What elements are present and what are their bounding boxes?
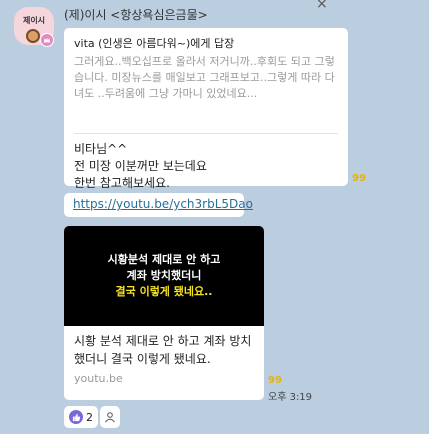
preview-title: 시황 분석 제대로 안 하고 계좌 방치했더니 결국 이렇게 됐네요. [74, 334, 252, 366]
quoted-message[interactable]: 그러게요..백오십프로 올라서 저거니까..후회도 되고 그렇습니다. 미장뉴스… [74, 54, 338, 134]
reply-message-bubble[interactable]: vita (인생은 아름다워~)에게 답장 그러게요..백오십프로 올라서 저거… [64, 28, 348, 190]
avatar-label: 제이시 [22, 16, 46, 25]
thumbnail-text: 결국 이렇게 됐네요.. [115, 285, 213, 298]
thumbs-up-icon [69, 410, 83, 424]
reply-line: 비타님^^ [74, 142, 128, 156]
unread-count: 99 [352, 173, 366, 184]
unread-count: 99 [268, 375, 282, 386]
thumbnail-text: 계좌 방치했더니 [126, 269, 202, 282]
add-reaction-person-button[interactable] [100, 406, 120, 428]
crown-icon [40, 33, 54, 47]
youtube-link[interactable]: https://youtu.be/ych3rbL5Dao [73, 197, 253, 211]
link-preview-card[interactable]: 시황분석 제대로 안 하고 계좌 방치했더니 결국 이렇게 됐네요.. 시황 분… [64, 226, 264, 400]
link-message-bubble[interactable]: https://youtu.be/ych3rbL5Dao [64, 193, 253, 217]
reply-line: 전 미장 이분꺼만 보는데요 [74, 159, 207, 173]
close-icon[interactable]: × [316, 0, 328, 12]
reply-body: 비타님^^ 전 미장 이분꺼만 보는데요 한번 참고해보세요. [74, 141, 338, 192]
person-icon [105, 412, 115, 423]
reply-header: vita (인생은 아름다워~)에게 답장 [74, 37, 235, 50]
preview-domain: youtu.be [74, 372, 123, 385]
reply-line: 한번 참고해보세요. [74, 176, 170, 190]
thumbnail-text: 시황분석 제대로 안 하고 [107, 253, 221, 266]
message-timestamp: 오후 3:19 [268, 392, 313, 403]
video-thumbnail[interactable]: 시황분석 제대로 안 하고 계좌 방치했더니 결국 이렇게 됐네요.. [64, 226, 264, 326]
avatar-character-icon [26, 29, 40, 43]
reaction-button[interactable]: 2 [64, 406, 98, 428]
sender-name: (제)이시 <항상욕심은금물> [64, 8, 208, 22]
reaction-count: 2 [86, 410, 93, 424]
